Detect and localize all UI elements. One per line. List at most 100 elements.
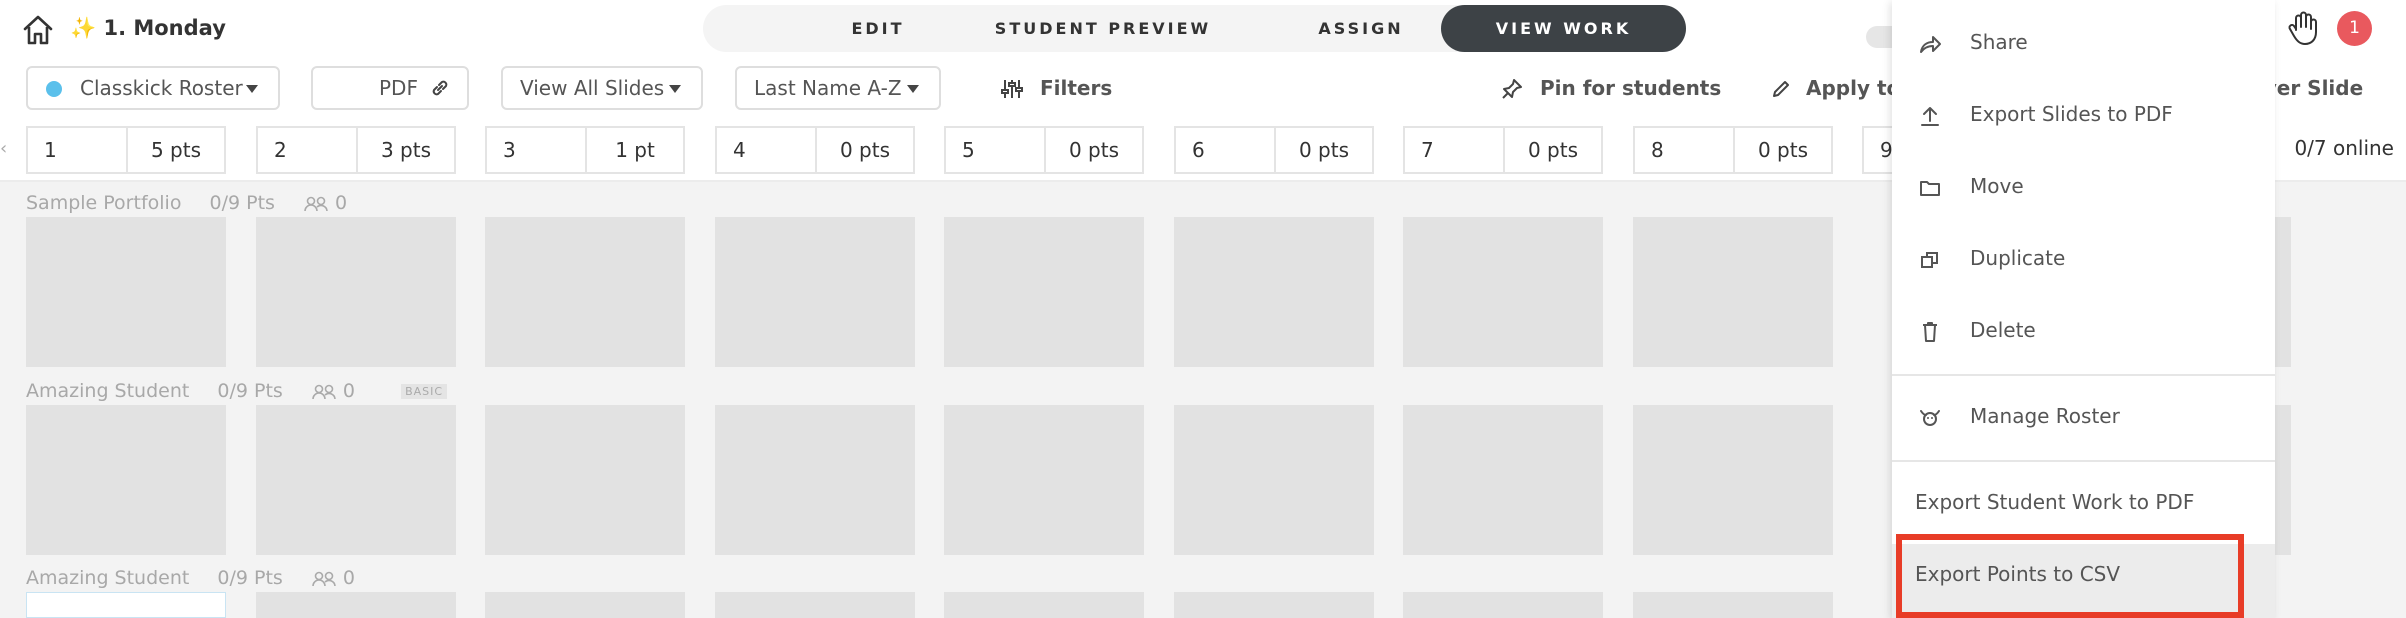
- work-thumbnail[interactable]: [715, 592, 915, 618]
- work-thumbnail[interactable]: [26, 592, 226, 618]
- slide-number: 4: [733, 138, 746, 162]
- raise-hand-icon[interactable]: [2286, 10, 2320, 46]
- work-thumbnail[interactable]: [256, 592, 456, 618]
- work-thumbnail[interactable]: [1633, 217, 1833, 367]
- student-name[interactable]: Amazing Student: [26, 567, 189, 589]
- pin-label: Pin for students: [1540, 76, 1722, 100]
- student-points: 0/9 Pts: [217, 567, 283, 589]
- work-thumbnail[interactable]: [1174, 217, 1374, 367]
- roster-label: Classkick Roster: [80, 76, 243, 100]
- work-thumbnail[interactable]: [715, 217, 915, 367]
- menu-item-share[interactable]: Share: [1892, 14, 2275, 74]
- menu-item-delete[interactable]: Delete: [1892, 302, 2275, 362]
- student-row-header: Amazing Student 0/9 Pts 0: [26, 567, 355, 589]
- work-thumbnail[interactable]: [26, 405, 226, 555]
- slide-header-5[interactable]: 5 0 pts: [944, 126, 1144, 174]
- menu-item-duplicate[interactable]: Duplicate: [1892, 230, 2275, 290]
- slide-header-4[interactable]: 4 0 pts: [715, 126, 915, 174]
- student-points: 0/9 Pts: [209, 192, 275, 214]
- home-icon[interactable]: [20, 12, 56, 48]
- duplicate-icon: [1921, 252, 1938, 268]
- menu-item-export-student-work-pdf[interactable]: Export Student Work to PDF: [1892, 474, 2275, 534]
- work-thumbnail[interactable]: [1633, 405, 1833, 555]
- student-name[interactable]: Sample Portfolio: [26, 192, 181, 214]
- work-thumbnail[interactable]: [485, 592, 685, 618]
- group-count: 0: [335, 192, 348, 214]
- roster-select[interactable]: Classkick Roster: [26, 66, 280, 110]
- roster-icon: [1920, 410, 1940, 426]
- sliders-icon: [1001, 80, 1023, 98]
- work-thumbnail[interactable]: [944, 592, 1144, 618]
- work-thumbnail[interactable]: [1174, 592, 1374, 618]
- slide-number: 6: [1192, 138, 1205, 162]
- menu-item-label: Duplicate: [1970, 246, 2066, 270]
- student-name[interactable]: Amazing Student: [26, 380, 189, 402]
- tab-assign[interactable]: ASSIGN: [1253, 5, 1469, 52]
- slide-points: 0 pts: [1068, 138, 1120, 162]
- slide-number: 1: [44, 138, 57, 162]
- menu-item-export-slides-pdf[interactable]: Export Slides to PDF: [1892, 86, 2275, 146]
- tab-edit[interactable]: EDIT: [803, 5, 953, 52]
- work-thumbnail[interactable]: [944, 405, 1144, 555]
- work-thumbnail[interactable]: [715, 405, 915, 555]
- pdf-link-button[interactable]: PDF: [311, 66, 469, 110]
- slide-header-3[interactable]: 3 1 pt: [485, 126, 685, 174]
- roster-color-dot: [46, 81, 62, 97]
- menu-item-label: Export Slides to PDF: [1970, 102, 2173, 126]
- tab-student-preview[interactable]: STUDENT PREVIEW: [953, 5, 1253, 52]
- work-thumbnail[interactable]: [1403, 592, 1603, 618]
- page-title: ✨ 1. Monday: [70, 16, 226, 40]
- slide-points: 0 pts: [839, 138, 891, 162]
- assignment-options-menu: Share Export Slides to PDF Move Duplicat…: [1892, 0, 2275, 618]
- scroll-left-chevron-icon[interactable]: ‹: [0, 138, 7, 159]
- work-thumbnail[interactable]: [1633, 592, 1833, 618]
- group-icon: [312, 571, 336, 586]
- notification-badge[interactable]: 1: [2337, 11, 2372, 46]
- menu-divider: [1892, 374, 2275, 376]
- student-row-header: Sample Portfolio 0/9 Pts 0: [26, 192, 347, 214]
- slide-header-7[interactable]: 7 0 pts: [1403, 126, 1603, 174]
- online-status: 0/7 online: [2294, 136, 2394, 160]
- slide-points: 5 pts: [150, 138, 202, 162]
- work-thumbnail[interactable]: [1403, 217, 1603, 367]
- folder-icon: [1920, 181, 1940, 196]
- slide-points: 0 pts: [1298, 138, 1350, 162]
- work-thumbnail[interactable]: [485, 217, 685, 367]
- slide-number: 8: [1651, 138, 1664, 162]
- work-thumbnail[interactable]: [944, 217, 1144, 367]
- slide-header-2[interactable]: 2 3 pts: [256, 126, 456, 174]
- menu-item-label: Export Student Work to PDF: [1915, 490, 2195, 514]
- highlight-outline: [1896, 534, 2244, 618]
- work-thumbnail[interactable]: [1174, 405, 1374, 555]
- work-thumbnail[interactable]: [256, 405, 456, 555]
- sort-select[interactable]: Last Name A-Z: [735, 66, 941, 110]
- slide-points: 0 pts: [1527, 138, 1579, 162]
- filters-label: Filters: [1040, 76, 1113, 100]
- slide-number: 9: [1880, 138, 1893, 162]
- work-thumbnail[interactable]: [485, 405, 685, 555]
- slide-header-8[interactable]: 8 0 pts: [1633, 126, 1833, 174]
- slide-points: 3 pts: [380, 138, 432, 162]
- pin-icon: [1502, 79, 1522, 99]
- slide-number: 2: [274, 138, 287, 162]
- tab-view-work[interactable]: VIEW WORK: [1441, 5, 1686, 52]
- basic-badge: BASIC: [401, 384, 448, 399]
- group-icon: [312, 384, 336, 399]
- menu-item-manage-roster[interactable]: Manage Roster: [1892, 388, 2275, 448]
- trash-icon: [1923, 322, 1937, 342]
- group-count: 0: [342, 567, 356, 589]
- slide-header-1[interactable]: 1 5 pts: [26, 126, 226, 174]
- work-thumbnail[interactable]: [1403, 405, 1603, 555]
- slide-header-6[interactable]: 6 0 pts: [1174, 126, 1374, 174]
- chevron-down-icon: [246, 85, 258, 93]
- view-slides-select[interactable]: View All Slides: [501, 66, 703, 110]
- work-thumbnail[interactable]: [256, 217, 456, 367]
- view-slides-label: View All Slides: [520, 76, 665, 100]
- work-thumbnail[interactable]: [26, 217, 226, 367]
- menu-item-label: Delete: [1970, 318, 2036, 342]
- menu-item-move[interactable]: Move: [1892, 158, 2275, 218]
- apply-label: Apply to: [1806, 76, 1901, 100]
- slide-number: 7: [1421, 138, 1434, 162]
- pdf-label: PDF: [379, 76, 418, 100]
- chevron-down-icon: [907, 85, 919, 93]
